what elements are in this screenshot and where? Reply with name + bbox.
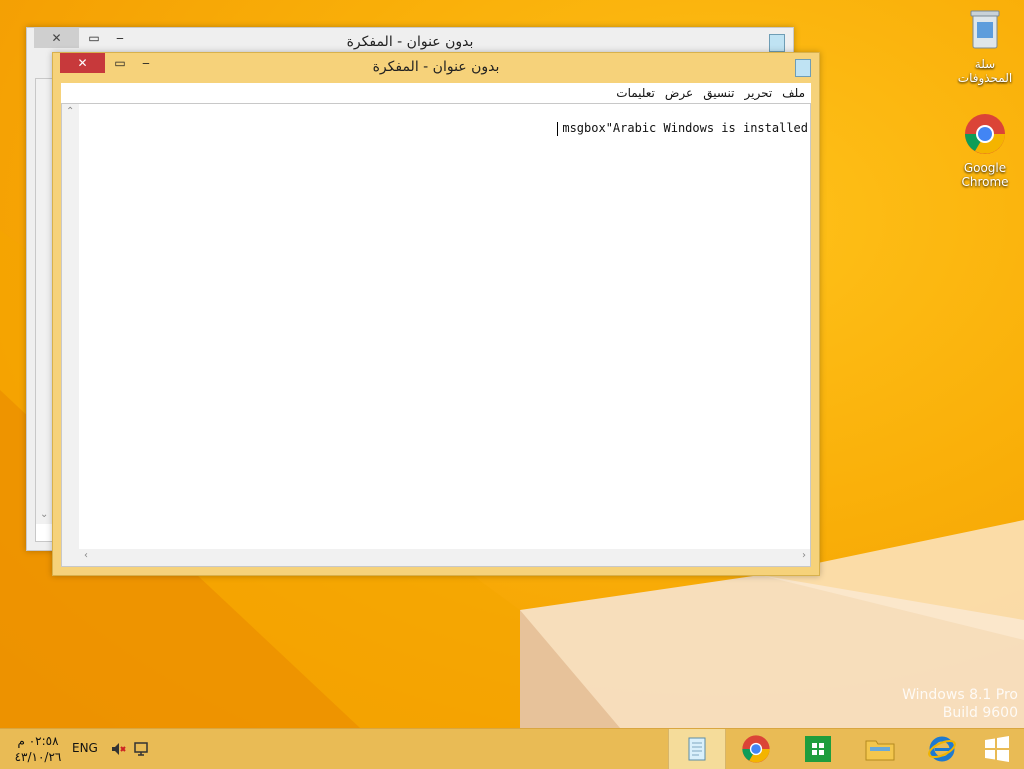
menu-help[interactable]: تعليمات	[616, 86, 655, 100]
vertical-scrollbar[interactable]: ⌄	[36, 79, 53, 524]
taskbar-store[interactable]	[790, 729, 846, 769]
text-area[interactable]: msgbox"Arabic Windows is installed ⌃ ‹ ›	[61, 103, 811, 567]
editor-text-line: msgbox"Arabic Windows is installed	[514, 107, 808, 150]
title-bar[interactable]: ✕ ▭ ‒ بدون عنوان - المفكرة	[53, 53, 819, 81]
menu-format[interactable]: تنسيق	[703, 86, 734, 100]
taskbar-chrome[interactable]	[728, 729, 784, 769]
scroll-up-icon[interactable]: ⌃	[66, 106, 74, 117]
recycle-bin-label: سلة المحذوفات	[957, 57, 1013, 85]
vertical-scrollbar[interactable]: ⌃	[62, 104, 79, 549]
scroll-left-icon[interactable]: ‹	[84, 550, 88, 561]
menu-bar: ملف تحرير تنسيق عرض تعليمات	[61, 83, 811, 103]
menu-edit[interactable]: تحرير	[745, 86, 773, 100]
scroll-right-icon[interactable]: ›	[802, 550, 806, 561]
clock[interactable]: ٠٢:٥٨ م ٤٣/١٠/٢٦	[10, 733, 66, 765]
window-title: بدون عنوان - المفكرة	[372, 59, 500, 75]
recycle-bin-icon	[970, 10, 1000, 49]
chrome-icon	[742, 735, 770, 763]
windows-watermark: Windows 8.1 Pro Build 9600	[902, 686, 1018, 722]
watermark-line2: Build 9600	[942, 705, 1018, 721]
desktop-icon-recycle-bin[interactable]: سلة المحذوفات	[950, 8, 1020, 85]
desktop-icon-google-chrome[interactable]: Google Chrome	[950, 112, 1020, 189]
notepad-icon	[769, 34, 785, 52]
notepad-icon	[688, 737, 706, 761]
folder-icon	[865, 740, 895, 761]
clock-date: ٤٣/١٠/٢٦	[14, 750, 62, 764]
horizontal-scrollbar[interactable]: ‹ ›	[62, 549, 810, 566]
chrome-label: Google Chrome	[961, 161, 1009, 189]
window-title: بدون عنوان - المفكرة	[346, 34, 474, 50]
watermark-line1: Windows 8.1 Pro	[902, 687, 1018, 703]
network-icon[interactable]	[133, 741, 149, 757]
store-icon	[805, 736, 831, 762]
chrome-icon	[965, 114, 1005, 154]
windows-logo-icon	[985, 736, 1009, 762]
clock-time: ٠٢:٥٨ م	[17, 734, 59, 748]
start-button[interactable]	[970, 729, 1024, 769]
taskbar-notepad[interactable]	[668, 729, 726, 769]
taskbar-internet-explorer[interactable]	[914, 729, 970, 769]
notepad-icon	[795, 59, 811, 77]
language-indicator[interactable]: ENG	[72, 741, 98, 755]
volume-muted-icon[interactable]	[110, 741, 126, 757]
menu-file[interactable]: ملف	[782, 86, 805, 100]
editor-text: msgbox"Arabic Windows is installed	[562, 121, 808, 135]
scroll-down-icon[interactable]: ⌄	[40, 509, 48, 520]
taskbar-file-explorer[interactable]	[852, 729, 908, 769]
taskbar: ٠٢:٥٨ م ٤٣/١٠/٢٦ ENG	[0, 728, 1024, 769]
menu-view[interactable]: عرض	[665, 86, 693, 100]
internet-explorer-icon	[928, 736, 956, 762]
text-caret	[557, 121, 559, 136]
notepad-window[interactable]: ✕ ▭ ‒ بدون عنوان - المفكرة ملف تحرير تنس…	[52, 52, 820, 576]
